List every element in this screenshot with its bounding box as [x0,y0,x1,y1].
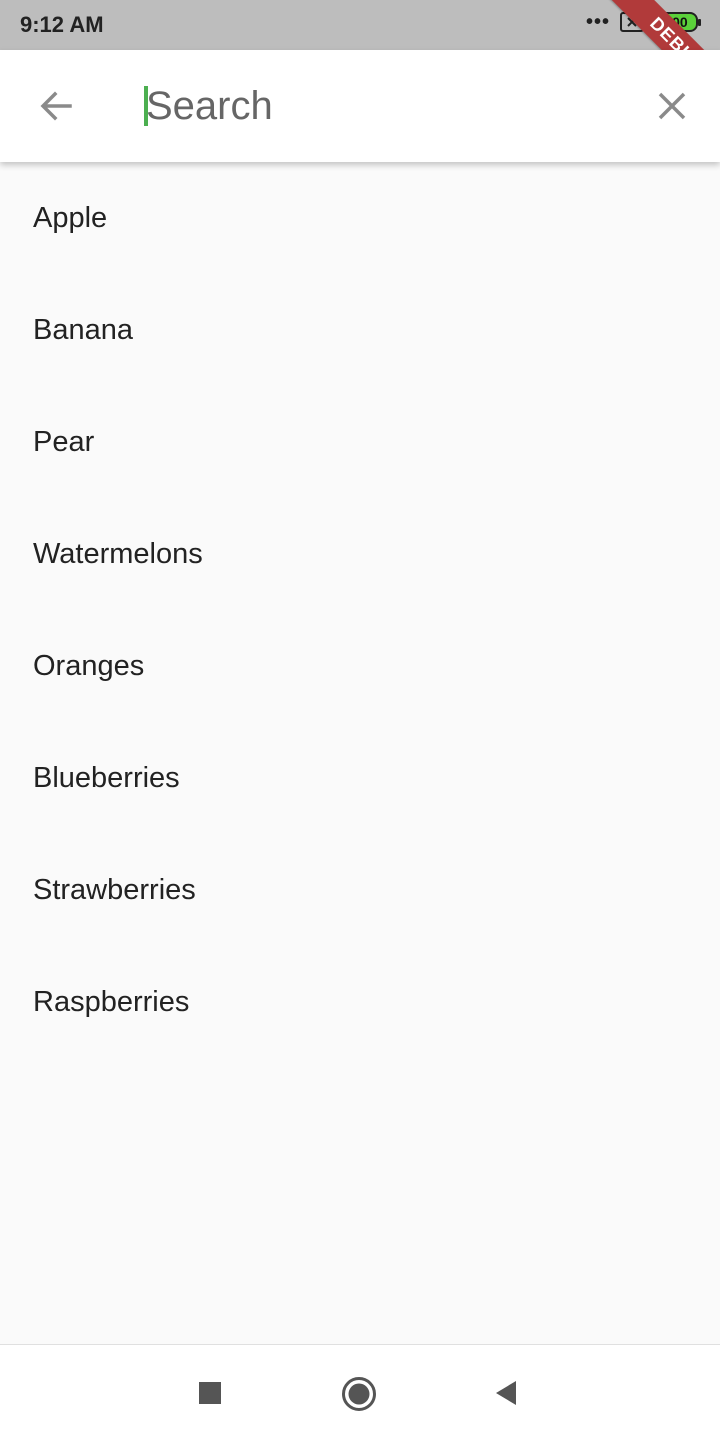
list-item[interactable]: Pear [0,386,720,498]
search-input[interactable] [146,83,606,129]
list-item[interactable]: Oranges [0,610,720,722]
status-bar: 9:12 AM ••• 100 DEBUG [0,0,720,127]
list-item[interactable]: Raspberries [0,946,720,1058]
list-item[interactable]: Watermelons [0,498,720,610]
search-app-bar [0,50,720,162]
list-item[interactable]: Blueberries [0,722,720,834]
back-triangle-icon[interactable] [492,1379,520,1407]
system-nav-bar [0,1344,720,1441]
arrow-back-icon[interactable] [36,86,76,126]
list-item[interactable]: Banana [0,274,720,386]
recents-square-icon[interactable] [199,1382,221,1404]
list-item[interactable]: Strawberries [0,834,720,946]
more-dots-icon: ••• [585,11,610,33]
status-time: 9:12 AM [20,12,104,37]
search-field[interactable] [144,78,624,134]
list-item[interactable]: Apple [0,162,720,274]
close-icon[interactable] [652,86,692,126]
fruit-list: Apple Banana Pear Watermelons Oranges Bl… [0,162,720,1058]
home-circle-icon[interactable] [341,1376,377,1412]
